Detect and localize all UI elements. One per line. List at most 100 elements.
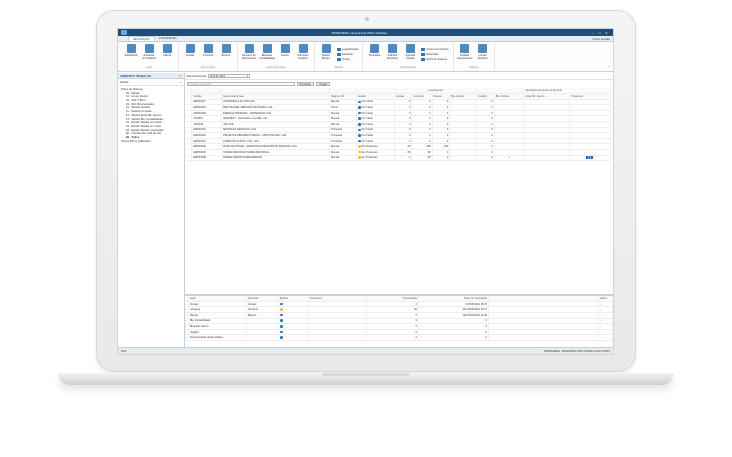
sidebar-close-icon[interactable]: ✕ xyxy=(179,74,181,78)
ribbon-button[interactable]: Limpar Histórico xyxy=(474,43,492,66)
ribbon-small-label: Extensões xyxy=(426,53,439,56)
status-dot-icon xyxy=(280,308,283,311)
value-vendas: 0 xyxy=(394,155,413,162)
minimize-button[interactable]: – xyxy=(589,31,596,35)
analyze-icon xyxy=(460,44,470,53)
ribbon-button[interactable]: Analisar Lançamentos xyxy=(456,43,474,66)
chevron-down-icon: ▾ xyxy=(246,75,249,78)
more-actions-icon[interactable]: ... xyxy=(598,334,613,341)
ribbon-group-label: Intervenções xyxy=(200,66,216,69)
status-dot-icon xyxy=(358,117,361,120)
ribbon-group-1: Vendas Compras Bancos Intervenções xyxy=(179,43,238,70)
ribbon-button[interactable]: Bloquear Contabilidade xyxy=(258,43,276,66)
sidebar-filter-item[interactable]: Outros Filtros (Utilizador) xyxy=(120,140,182,144)
ribbon-button[interactable]: Jasmin xyxy=(276,43,294,66)
status-dot-icon xyxy=(280,336,283,339)
login-link[interactable]: Iniciar Sessão xyxy=(592,37,610,41)
ribbon-group-label: Configurações xyxy=(399,66,417,69)
value-compras: 83 xyxy=(411,155,433,162)
ribbon-button[interactable]: Cliente xyxy=(158,43,176,66)
ribbon-button[interactable]: Submeter Pedidos xyxy=(294,43,312,66)
company-code: EMP00008 xyxy=(191,155,223,162)
maximize-button[interactable]: □ xyxy=(596,31,603,35)
status-dot-icon xyxy=(358,100,361,104)
task-last-import: 0 xyxy=(418,334,489,341)
templates-icon xyxy=(369,44,379,53)
collapse-ribbon-icon[interactable]: ^ xyxy=(608,64,611,70)
ribbon-button[interactable]: Dashboard xyxy=(122,43,140,66)
ribbon-button[interactable]: Agendar Tarefas xyxy=(401,43,419,66)
spacer-cell xyxy=(488,334,599,341)
ribbon-button[interactable]: Vendas xyxy=(181,43,199,66)
tasks-grid: Ação Extensão Estado Pendentes Processados Da… xyxy=(184,295,613,341)
ribbon: Dashboard Ambiente de Trabalho Cliente Iníc… xyxy=(118,42,613,72)
ribbon-group-items: Analisar Lançamentos Limpar Histórico xyxy=(456,43,492,66)
status-bar: PAA PRIMAVERA - BUSINESS SOFTWARE SOLUTI… xyxy=(118,347,613,354)
search-bar: Pesquisa avançada Pesquisar Apagar xyxy=(185,80,614,88)
task-status xyxy=(278,334,309,341)
search-input[interactable]: Pesquisa avançada xyxy=(186,81,295,87)
list-icon xyxy=(337,48,341,51)
status-text: Em Progresso xyxy=(361,150,378,154)
progress-cell xyxy=(569,155,611,162)
status-text: Por Iniciar xyxy=(361,117,373,121)
status-text: Por Iniciar xyxy=(361,122,373,126)
ribbon-button-label: Vendas xyxy=(185,54,195,57)
ribbon-button-label: Limpar Histórico xyxy=(477,54,488,60)
ribbon-group-label: Tabelas xyxy=(334,66,344,69)
table-row[interactable]: › Demonstração de Resultados 0 0... xyxy=(184,334,613,341)
ribbon-tabs: APLICAÇÃO CONVERTER Iniciar Sessão xyxy=(118,36,613,42)
ribbon-group-items: Dashboard Ambiente de Trabalho Cliente xyxy=(122,43,176,66)
period-bar: Mês Referência abril de 2021 ▾ xyxy=(184,73,613,80)
ribbon-button[interactable]: Templates xyxy=(365,43,383,66)
status-dot-icon xyxy=(280,313,283,317)
status-dot-icon xyxy=(280,325,283,328)
period-value: abril de 2021 xyxy=(210,75,226,78)
ribbon-button[interactable]: Resumo de Documentos xyxy=(240,43,258,66)
status-dot-icon xyxy=(358,145,361,148)
laptop-mockup: PRIMAVERA | Accounting Office Software –… xyxy=(0,0,732,457)
ribbon-group-label: Início xyxy=(146,66,152,69)
ribbon-button-label: Dados Mestre xyxy=(322,54,330,60)
document-icon xyxy=(244,44,254,53)
period-select[interactable]: abril de 2021 ▾ xyxy=(208,74,251,78)
ribbon-button[interactable]: Bancos xyxy=(217,43,235,66)
ribbon-group-label: Outras Operações xyxy=(265,66,287,69)
period-label: Mês Referência xyxy=(186,74,207,78)
clear-button[interactable]: Apagar xyxy=(316,81,331,87)
status-text: Por Iniciar xyxy=(361,111,373,115)
jasmin-icon xyxy=(280,44,290,53)
tab-0[interactable]: APLICAÇÃO xyxy=(128,36,155,41)
ribbon-button-label: Templates xyxy=(368,54,381,57)
ribbon-button[interactable]: Ambiente de Trabalho xyxy=(140,43,158,66)
table-row[interactable]: EMP00008 TRABALHADOR INDEPENDENTE Mensal Em… xyxy=(186,155,611,162)
master-data-icon xyxy=(321,44,331,53)
status-dot-icon xyxy=(358,150,361,154)
tab-1[interactable]: CONVERTER xyxy=(155,36,181,41)
ribbon-group-3: Dados Mestre Legais/Fiscais Escritório Outr… xyxy=(315,43,364,70)
status-dot-icon xyxy=(280,330,283,334)
status-dot-icon xyxy=(358,122,361,126)
status-text: Em Progresso xyxy=(361,156,378,160)
status-cell: Em Progresso xyxy=(356,155,395,162)
ribbon-button[interactable]: Dados Mestre xyxy=(317,43,335,66)
status-text: Por Iniciar xyxy=(361,106,373,110)
ribbon-small-item[interactable]: Outras xyxy=(337,57,358,62)
search-button[interactable]: Pesquisar xyxy=(296,81,315,87)
list-icon xyxy=(421,53,426,56)
clear-history-icon xyxy=(478,44,488,53)
folders-collapse-icon[interactable]: « xyxy=(180,80,182,84)
ribbon-button-label: Bloquear Contabilidade xyxy=(259,54,275,60)
status-text: Em Progresso xyxy=(361,145,378,149)
ribbon-button-label: Padrões Escritório xyxy=(387,54,398,60)
ribbon-small-label: Legais/Fiscais xyxy=(342,48,359,51)
ribbon-button-label: Cliente xyxy=(162,54,172,57)
client-icon xyxy=(162,44,172,53)
banks-icon xyxy=(221,44,231,53)
ribbon-button[interactable]: Compras xyxy=(199,43,217,66)
status-dot-icon xyxy=(358,156,361,160)
close-button[interactable]: ✕ xyxy=(603,31,610,35)
task-pending xyxy=(308,334,367,341)
ribbon-small-item[interactable]: Perfis do Sistema xyxy=(421,57,448,62)
ribbon-button[interactable]: Padrões Escritório xyxy=(383,43,401,66)
